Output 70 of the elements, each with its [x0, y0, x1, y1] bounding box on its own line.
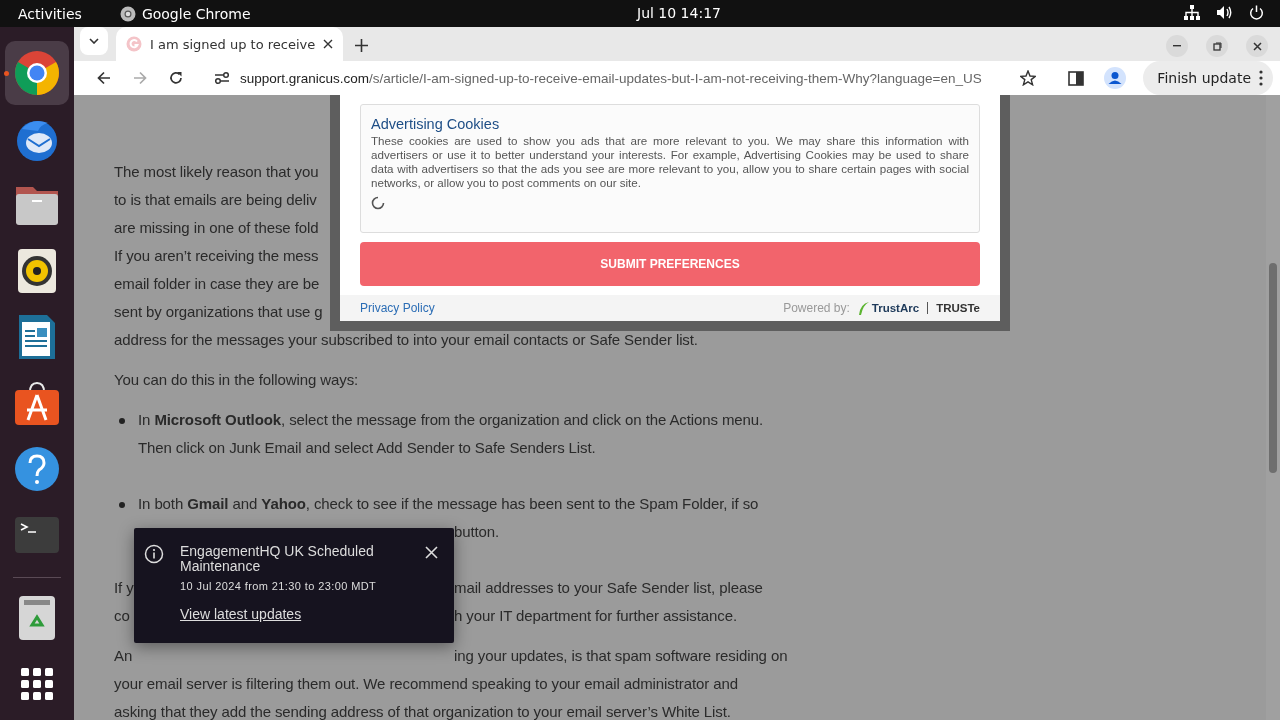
reload-icon[interactable]	[169, 71, 183, 85]
article-text: are missing in one of these fold	[114, 219, 319, 236]
loading-spinner-icon	[371, 196, 385, 210]
toast-title: EngagementHQ UK Scheduled Maintenance	[180, 544, 375, 574]
new-tab-icon[interactable]	[355, 39, 369, 52]
back-icon[interactable]	[97, 71, 111, 85]
restore-icon	[1212, 41, 1222, 51]
chrome-icon[interactable]	[13, 49, 61, 97]
network-icon[interactable]	[1184, 5, 1200, 20]
trash-icon[interactable]	[18, 595, 56, 641]
profile-icon[interactable]	[1104, 67, 1126, 89]
bullet-icon	[119, 502, 125, 508]
browser-tab[interactable]: I am signed up to receive	[116, 27, 344, 61]
article-text: button.	[454, 522, 501, 542]
chevron-down-icon	[89, 38, 99, 44]
clock[interactable]: Jul 10 14:17	[637, 5, 721, 21]
article-text: h your IT department for further assistance.	[454, 606, 738, 626]
app-name[interactable]: Google Chrome	[141, 5, 251, 22]
close-icon	[1252, 41, 1262, 51]
more-icon	[1259, 70, 1263, 86]
article-text: You can do this in the following ways:	[114, 371, 359, 388]
article-text: to is that emails are being deliv	[114, 191, 317, 208]
article-text: The most likely reason that you	[114, 163, 319, 180]
dock-item[interactable]	[5, 41, 69, 105]
brand-name: TrustArc	[871, 302, 920, 314]
star-icon[interactable]	[1020, 70, 1036, 86]
chrome-icon	[119, 5, 136, 22]
article-text: address for the messages your subscribed to into your email contacts or Safe Sender list.	[114, 331, 698, 348]
article-text: email folder in case they are be	[114, 275, 320, 292]
close-button[interactable]	[1246, 35, 1268, 57]
view-updates-link[interactable]: View latest updates	[180, 606, 302, 622]
section-text: These cookies are used to show you ads that are more relevant to you. We may share this information with advertisers or use it to better understand your interests. For example, Advertising Cookies may be used to share data with advertisers so that the ads you see are more relevant to you, allow you to share certain pages with social networks, or allow you to post comments on our site.	[371, 134, 969, 190]
speaker-icon[interactable]	[17, 248, 57, 294]
volume-icon[interactable]	[1216, 5, 1233, 20]
article-text: If y	[114, 579, 134, 596]
favicon-icon	[126, 36, 142, 52]
privacy-policy-link[interactable]: Privacy Policy	[360, 301, 435, 315]
toast-date: 10 Jul 2024 from 21:30 to 23:00 MDT	[180, 580, 378, 592]
power-icon[interactable]	[1249, 5, 1264, 20]
info-icon	[144, 544, 164, 564]
finish-update-button[interactable]: Finish update	[1143, 61, 1273, 95]
scrollbar[interactable]	[1266, 95, 1280, 720]
site-settings-icon[interactable]	[214, 71, 230, 85]
side-panel-icon[interactable]	[1068, 70, 1084, 86]
app-grid-icon[interactable]	[21, 668, 53, 700]
powered-by-label: Powered by:	[783, 301, 850, 315]
article-text: If you aren’t receiving the mess	[114, 247, 319, 264]
document-icon[interactable]	[17, 314, 57, 360]
article-text: In both Gmail and Yahoo, check to see if the message has been sent to the Spam Folder, if so	[138, 495, 759, 512]
article-text: An	[114, 647, 133, 664]
shopping-bag-icon[interactable]	[14, 380, 60, 426]
article-text: your email server is filtering them out. We recommend speaking to your email administrator and	[114, 675, 738, 692]
article-text: asking that they add the sending address of that organization to your email server’s White List.	[114, 703, 731, 720]
close-icon[interactable]	[323, 39, 334, 49]
terminal-icon[interactable]	[14, 516, 60, 554]
tab-search-button[interactable]	[80, 27, 108, 55]
activities-button[interactable]: Activities	[18, 5, 82, 22]
article-text: ing your updates, is that spam software residing on	[454, 646, 789, 666]
article-text: co	[114, 607, 130, 624]
help-icon[interactable]	[14, 446, 60, 492]
bullet-icon	[119, 418, 125, 424]
leaf-icon	[857, 301, 870, 315]
article-text: In Microsoft Outlook, select the message from the organization and click on the Actions menu.	[138, 411, 764, 428]
maximize-button[interactable]	[1206, 35, 1228, 57]
article-text: Then click on Junk Email and select Add Sender to Safe Senders List.	[138, 439, 596, 456]
article-text: mail addresses to your Safe Sender list, please	[454, 578, 764, 598]
article-text: sent by organizations that use g	[114, 303, 323, 320]
section-title: Advertising Cookies	[371, 116, 501, 132]
brand-name: TRUSTe	[936, 302, 980, 314]
minimize-icon	[1173, 45, 1181, 47]
